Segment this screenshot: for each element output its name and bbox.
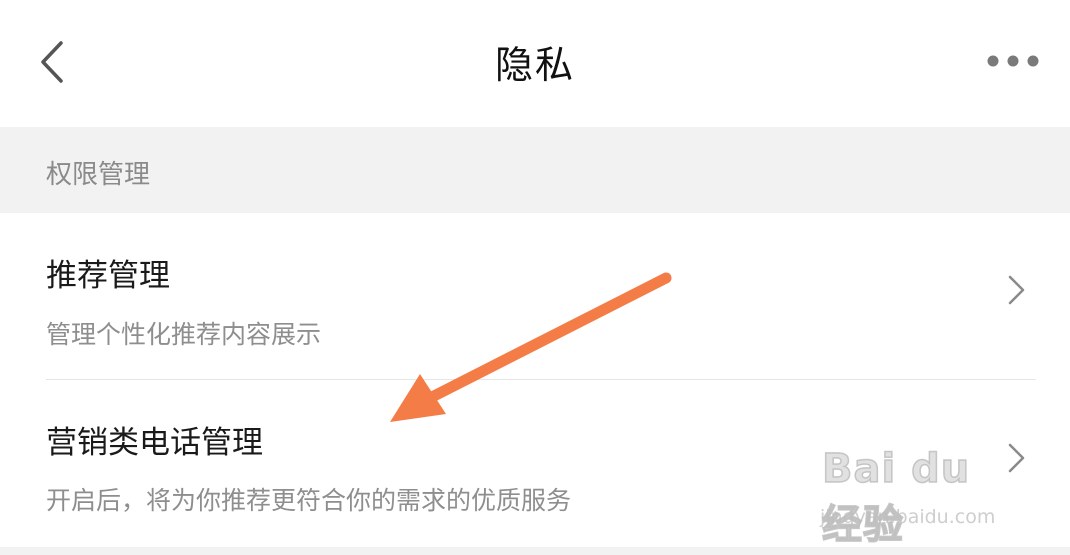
more-button[interactable] <box>984 52 1044 70</box>
baidu-jingyan-watermark: Bai du 经验 jingyan.baidu.com <box>818 440 1018 549</box>
chevron-right-icon <box>1008 275 1025 305</box>
section-header <box>0 127 1070 213</box>
row-subtitle: 开启后，将为你推荐更符合你的需求的优质服务 <box>46 486 572 515</box>
row-subtitle: 管理个性化推荐内容展示 <box>46 320 322 349</box>
page-title: 隐私 <box>494 43 575 87</box>
privacy-screen: 隐私 权限管理 推荐管理 管理个性化推荐内容展示 营销类电话管理 开启后，将为你… <box>0 0 1070 555</box>
row-title: 营销类电话管理 <box>46 425 263 461</box>
row-title: 推荐管理 <box>46 258 170 294</box>
nav-bar: 隐私 <box>0 0 1070 127</box>
more-horizontal-icon <box>987 55 1039 67</box>
watermark-url: jingyan.baidu.com <box>820 506 996 528</box>
section-label: 权限管理 <box>46 160 151 190</box>
watermark-logo: Bai du 经验 <box>821 445 971 549</box>
annotation-arrow-icon <box>390 272 672 422</box>
